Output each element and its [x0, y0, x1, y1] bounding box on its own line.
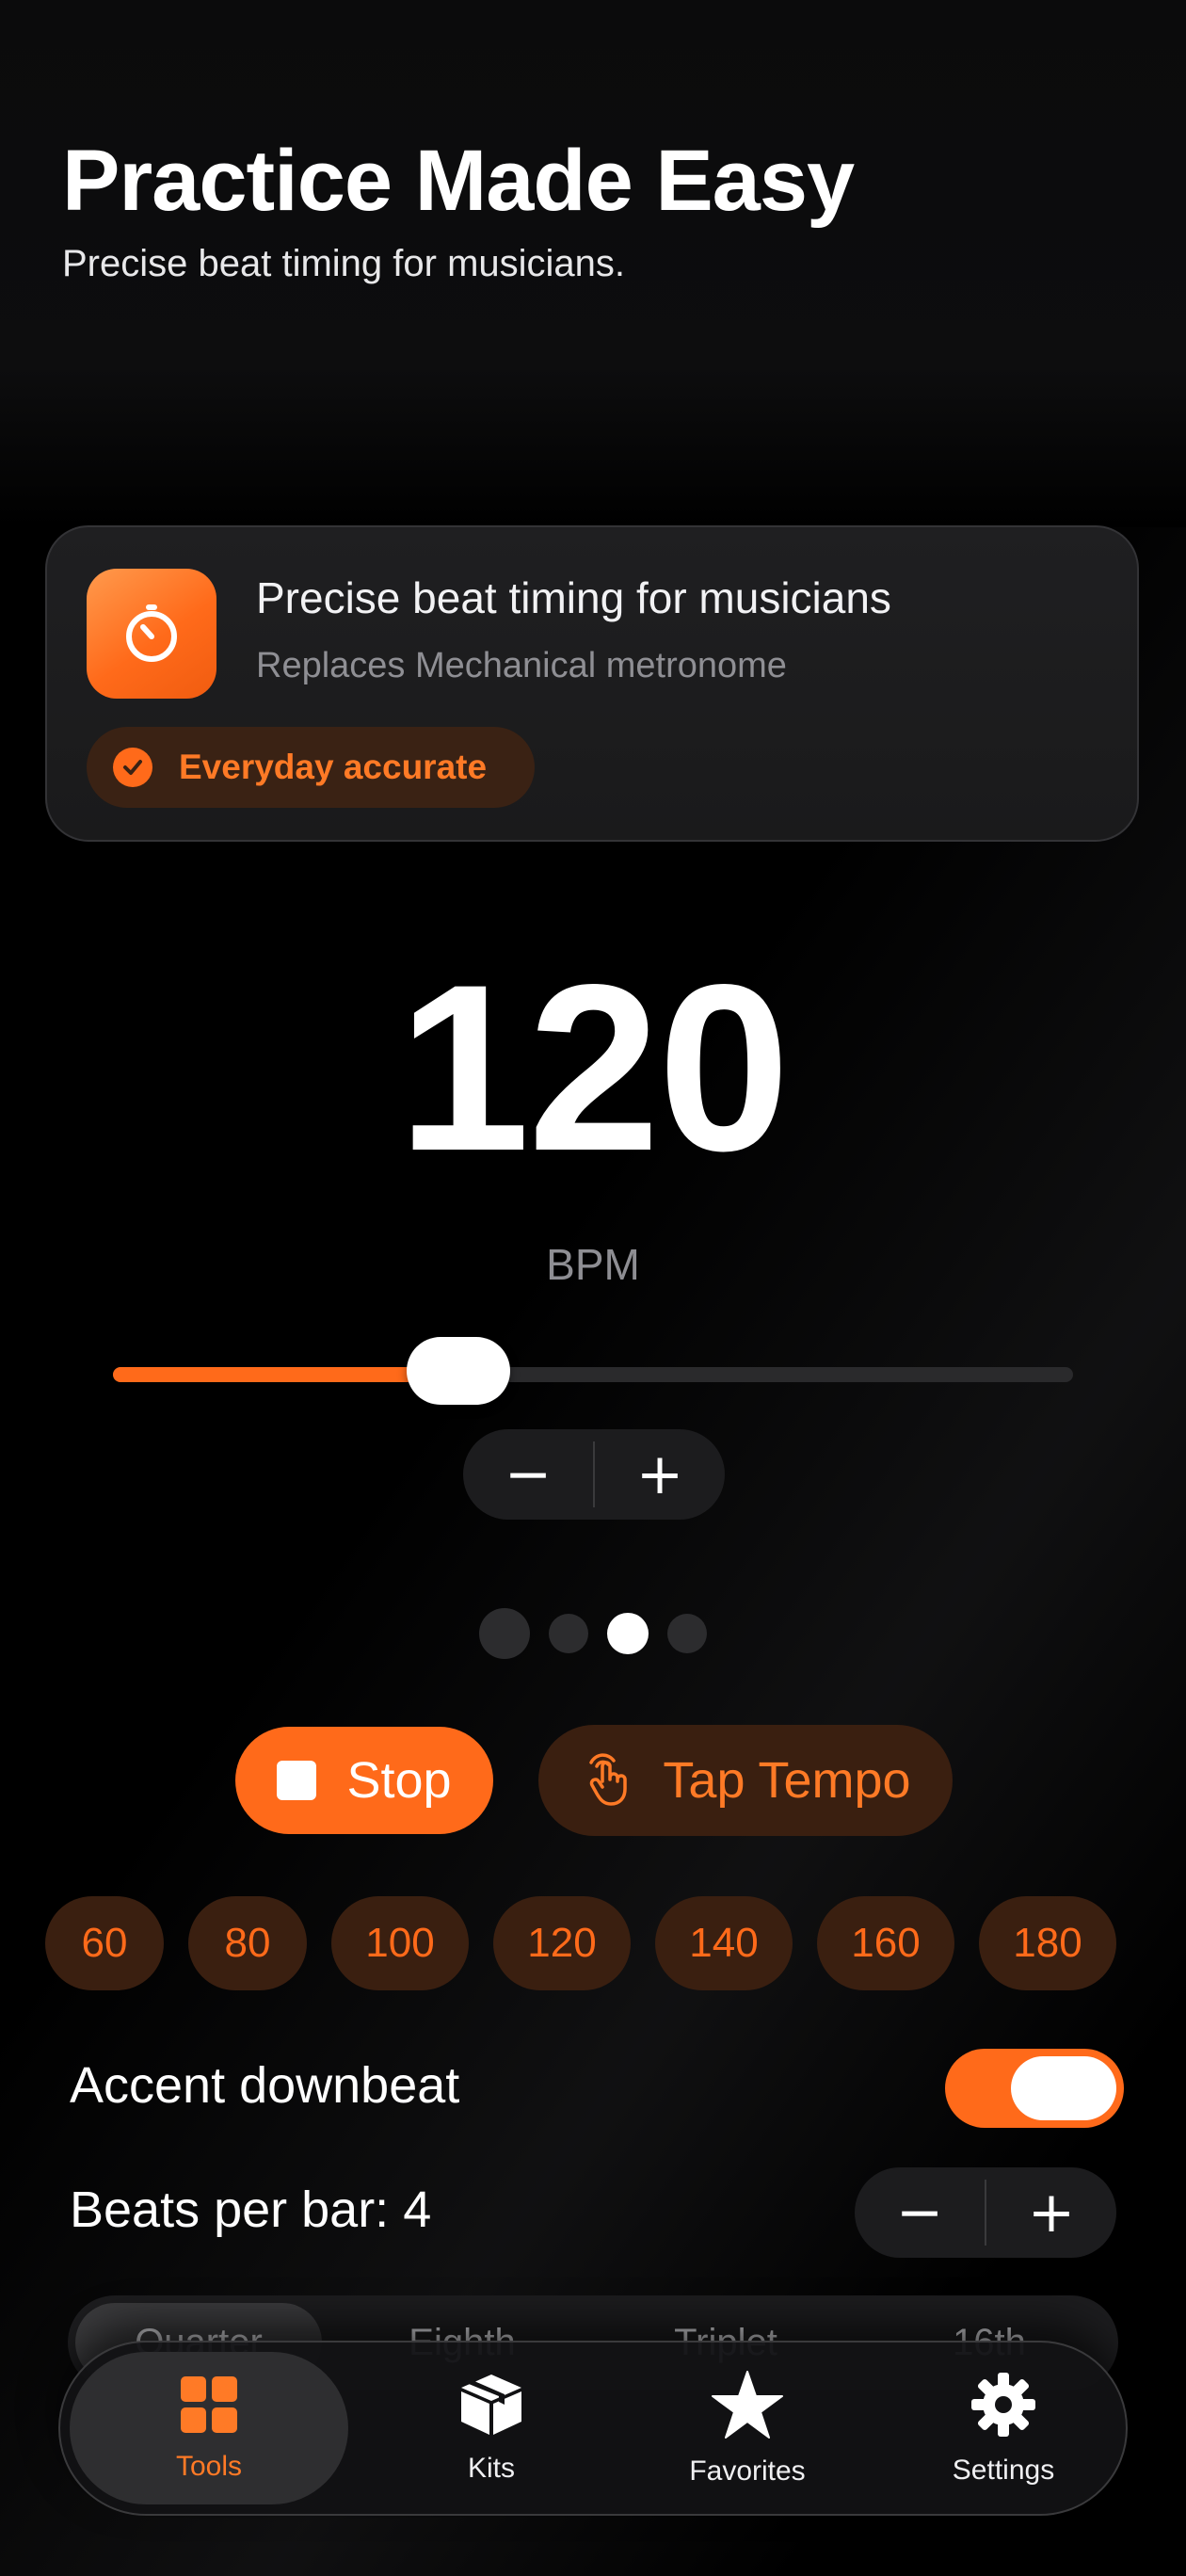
- page-title: Practice Made Easy: [62, 133, 855, 229]
- tab-tools[interactable]: Tools: [70, 2352, 348, 2504]
- page-subtitle: Precise beat timing for musicians.: [62, 243, 626, 284]
- beats-decrement-button[interactable]: −: [855, 2167, 985, 2258]
- tempo-increment-button[interactable]: +: [595, 1429, 725, 1520]
- preset-chip[interactable]: 180: [979, 1896, 1116, 1990]
- checkmark-circle-icon: [113, 748, 152, 787]
- preset-chip[interactable]: 140: [655, 1896, 793, 1990]
- grid-icon: [179, 2375, 239, 2439]
- accent-downbeat-label: Accent downbeat: [70, 2057, 460, 2114]
- tempo-decrement-button[interactable]: −: [463, 1429, 593, 1520]
- stop-button[interactable]: Stop: [235, 1727, 493, 1834]
- tempo-slider[interactable]: [113, 1337, 1073, 1405]
- tab-settings[interactable]: Settings: [892, 2352, 1114, 2504]
- tempo-stepper: − +: [463, 1429, 725, 1520]
- beats-increment-button[interactable]: +: [986, 2167, 1116, 2258]
- preset-chip[interactable]: 100: [331, 1896, 469, 1990]
- gear-icon: [970, 2371, 1037, 2443]
- stop-button-label: Stop: [346, 1752, 452, 1809]
- tab-favorites[interactable]: Favorites: [636, 2352, 858, 2504]
- hand-tap-icon: [580, 1749, 638, 1812]
- bpm-value: 120: [397, 936, 790, 1200]
- badge-label: Everyday accurate: [179, 748, 488, 786]
- toggle-knob: [1011, 2056, 1116, 2120]
- preset-chip[interactable]: 80: [188, 1896, 307, 1990]
- box-icon: [457, 2373, 525, 2441]
- tab-bar: Tools Kits Favorites Settings: [58, 2341, 1128, 2516]
- beat-dot: [667, 1614, 707, 1653]
- tab-label: Favorites: [689, 2455, 806, 2487]
- beats-per-bar-stepper: − +: [855, 2167, 1116, 2258]
- accuracy-badge: Everyday accurate: [87, 727, 535, 808]
- tab-label: Tools: [175, 2450, 243, 2482]
- card-subtitle: Replaces Mechanical metronome: [256, 646, 787, 685]
- preset-chip[interactable]: 60: [45, 1896, 164, 1990]
- preset-chip[interactable]: 160: [817, 1896, 954, 1990]
- card-title: Precise beat timing for musicians: [256, 573, 891, 622]
- bpm-unit-label: BPM: [546, 1240, 640, 1289]
- stopwatch-icon: [87, 569, 216, 699]
- tab-kits[interactable]: Kits: [380, 2352, 602, 2504]
- star-icon: [711, 2370, 784, 2444]
- preset-chip[interactable]: 120: [493, 1896, 631, 1990]
- info-card: Precise beat timing for musicians Replac…: [45, 525, 1139, 842]
- tab-label: Kits: [467, 2452, 515, 2484]
- tap-tempo-label: Tap Tempo: [663, 1752, 911, 1809]
- beat-dot: [607, 1613, 649, 1654]
- beats-per-bar-label: Beats per bar: 4: [70, 2182, 432, 2238]
- slider-thumb[interactable]: [407, 1337, 511, 1405]
- tab-label: Settings: [952, 2454, 1055, 2486]
- beat-indicators: [0, 1608, 1186, 1659]
- accent-downbeat-toggle[interactable]: [945, 2049, 1124, 2128]
- tempo-presets: 60 80 100 120 140 160 180: [45, 1896, 1139, 1990]
- tap-tempo-button[interactable]: Tap Tempo: [538, 1725, 953, 1836]
- beat-dot: [549, 1614, 588, 1653]
- beat-dot: [479, 1608, 530, 1659]
- stop-square-icon: [277, 1761, 317, 1800]
